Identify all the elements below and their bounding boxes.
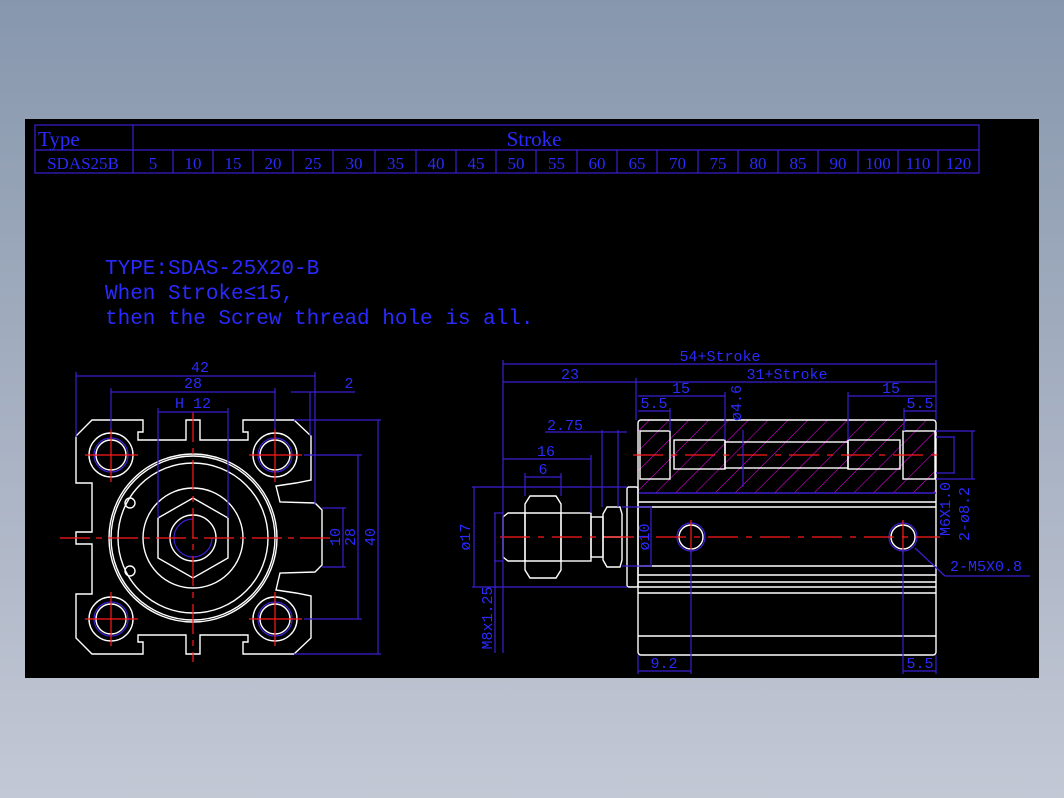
stroke-cell: 90	[830, 154, 847, 173]
dim-d4-6: ø4.6	[729, 385, 746, 421]
dim-m8-thread: M8x1.25	[480, 586, 497, 649]
stroke-cell: 60	[589, 154, 606, 173]
dim-2-75: 2.75	[547, 418, 583, 435]
stroke-cell: 10	[185, 154, 202, 173]
stroke-table: Type Stroke SDAS25B 5 10 15 20 25 30 35 40 45 50 5…	[34, 124, 980, 174]
dim-d10: ø10	[637, 523, 654, 550]
front-view: 42 28 H 12 2 10 28 40	[60, 360, 381, 662]
dim-28-top: 28	[184, 376, 202, 393]
stroke-cell: 65	[629, 154, 646, 173]
dim-d17: ø17	[458, 523, 475, 550]
dim-9-2: 9.2	[650, 656, 677, 673]
stroke-cell: 110	[906, 154, 931, 173]
model-cell: SDAS25B	[47, 154, 119, 173]
side-view: 54+Stroke 23 31+Stroke 15 15 5.5 5.5 ø4.…	[458, 349, 1030, 674]
dim-23: 23	[561, 367, 579, 384]
stroke-cell: 80	[750, 154, 767, 173]
stroke-cell: 30	[346, 154, 363, 173]
note-thread: then the Screw thread hole is all.	[105, 308, 533, 331]
dim-m6-thread: M6X1.0	[938, 482, 955, 536]
note-type: TYPE:SDAS-25X20-B	[105, 258, 319, 281]
dim-2: 2	[344, 376, 353, 393]
dim-15-left: 15	[672, 381, 690, 398]
stroke-cell: 55	[548, 154, 565, 173]
dim-body-length: 31+Stroke	[746, 367, 827, 384]
stroke-cell: 25	[305, 154, 322, 173]
stroke-cell: 120	[946, 154, 972, 173]
dim-28-side: 28	[343, 528, 360, 546]
stroke-cell: 50	[508, 154, 525, 173]
dim-5-5-right: 5.5	[906, 396, 933, 413]
stroke-cell: 70	[669, 154, 686, 173]
type-header: Type	[38, 127, 80, 151]
dim-d8-2: 2-ø8.2	[957, 487, 974, 541]
stroke-cell: 40	[428, 154, 445, 173]
stroke-cell: 5	[149, 154, 158, 173]
dim-15-right: 15	[882, 381, 900, 398]
dim-m5-port: 2-M5X0.8	[950, 559, 1022, 576]
dim-5-5-bottom: 5.5	[906, 656, 933, 673]
dim-42: 42	[191, 360, 209, 377]
stroke-cell: 20	[265, 154, 282, 173]
stroke-header: Stroke	[507, 127, 562, 151]
cad-drawing: Type Stroke SDAS25B 5 10 15 20 25 30 35 40 45 50 5…	[34, 124, 1030, 674]
stroke-cell: 15	[225, 154, 242, 173]
dim-total-length: 54+Stroke	[679, 349, 760, 366]
note-stroke: When Stroke≤15,	[105, 283, 294, 306]
stroke-cell: 85	[790, 154, 807, 173]
stroke-cell: 35	[387, 154, 404, 173]
stroke-cell: 100	[865, 154, 891, 173]
dim-40: 40	[363, 528, 380, 546]
stroke-cell: 75	[710, 154, 727, 173]
stroke-cell: 45	[468, 154, 485, 173]
dim-5-5-left: 5.5	[640, 396, 667, 413]
dim-16: 16	[537, 444, 555, 461]
dim-6: 6	[538, 462, 547, 479]
dim-h12: H 12	[175, 396, 211, 413]
